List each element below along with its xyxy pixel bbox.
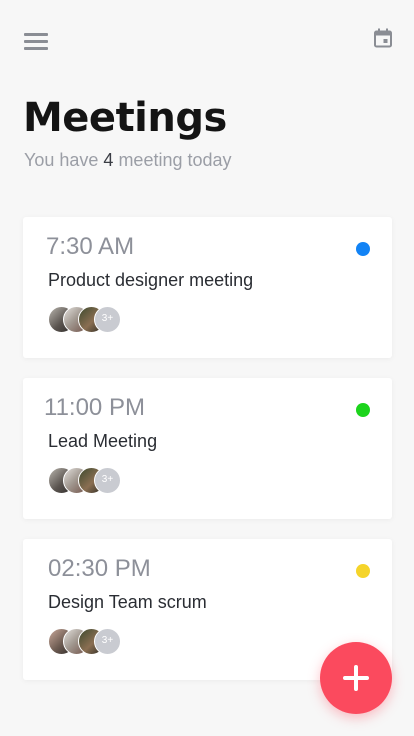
subtitle-prefix: You have <box>24 150 104 170</box>
status-dot <box>356 403 370 417</box>
add-meeting-button[interactable] <box>320 642 392 714</box>
meeting-title: Product designer meeting <box>48 270 254 290</box>
hamburger-line <box>24 47 48 50</box>
meeting-card[interactable]: 7:30 AM Product designer meeting 3+ <box>23 217 392 358</box>
page-title: Meetings <box>23 95 227 141</box>
plus-icon-stroke <box>354 665 358 691</box>
attendee-avatars[interactable]: 3+ <box>48 628 158 655</box>
more-attendees-badge[interactable]: 3+ <box>94 467 121 494</box>
meeting-title: Lead Meeting <box>48 431 158 451</box>
calendar-button[interactable] <box>373 28 393 48</box>
status-dot <box>356 242 370 256</box>
attendee-avatars[interactable]: 3+ <box>48 306 158 333</box>
meeting-time: 02:30 PM <box>48 555 151 582</box>
more-attendees-badge[interactable]: 3+ <box>94 628 121 655</box>
attendee-avatars[interactable]: 3+ <box>48 467 158 494</box>
meeting-time: 11:00 PM <box>44 394 145 421</box>
calendar-icon <box>374 28 392 48</box>
meeting-count-subtitle: You have 4 meeting today <box>24 149 232 171</box>
meeting-count: 4 <box>103 150 114 170</box>
more-attendees-badge[interactable]: 3+ <box>94 306 121 333</box>
meeting-time: 7:30 AM <box>46 233 135 260</box>
meeting-card[interactable]: 11:00 PM Lead Meeting 3+ <box>23 378 392 519</box>
subtitle-suffix: meeting today <box>113 150 232 170</box>
hamburger-line <box>24 40 48 43</box>
hamburger-menu-icon <box>24 33 48 36</box>
status-dot <box>356 564 370 578</box>
meeting-title: Design Team scrum <box>48 592 207 612</box>
menu-button[interactable] <box>24 31 48 51</box>
